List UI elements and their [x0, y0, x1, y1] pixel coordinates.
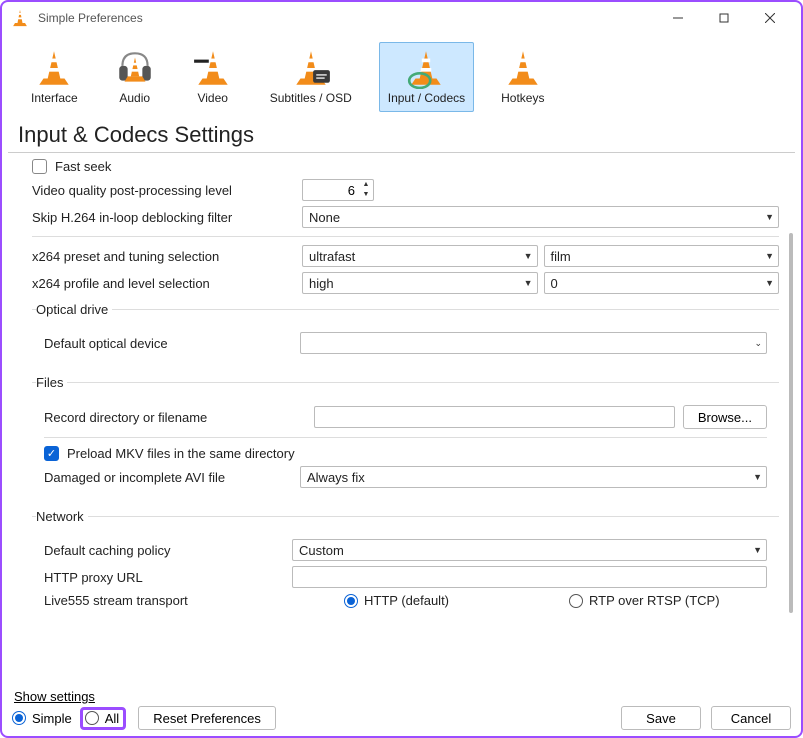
show-settings-simple-radio[interactable]: Simple [12, 711, 72, 726]
spin-down-icon[interactable]: ▼ [359, 190, 373, 200]
live555-rtp-label: RTP over RTSP (TCP) [589, 593, 720, 608]
chevron-down-icon: ▼ [753, 545, 762, 555]
preload-mkv-checkbox[interactable]: ✓ Preload MKV files in the same director… [44, 446, 295, 461]
interface-icon [33, 47, 75, 89]
titlebar: Simple Preferences [2, 2, 801, 34]
network-group: Network Default caching policy Custom ▼ … [32, 509, 779, 621]
video-icon [192, 47, 234, 89]
tab-hotkeys[interactable]: Hotkeys [492, 42, 553, 112]
input-codecs-icon [405, 47, 447, 89]
files-group: Files Record directory or filename Brows… [32, 375, 779, 501]
tab-label: Input / Codecs [388, 91, 465, 105]
caching-label: Default caching policy [44, 543, 292, 558]
reset-preferences-button[interactable]: Reset Preferences [138, 706, 276, 730]
window-title: Simple Preferences [38, 11, 655, 25]
avi-label: Damaged or incomplete AVI file [44, 470, 300, 485]
show-settings-label: Show settings [14, 689, 791, 704]
tab-label: Subtitles / OSD [270, 91, 352, 105]
x264-preset-label: x264 preset and tuning selection [32, 249, 302, 264]
avi-value: Always fix [307, 470, 365, 485]
x264-tune-select[interactable]: film ▼ [544, 245, 780, 267]
live555-http-radio[interactable]: HTTP (default) [344, 593, 449, 608]
chevron-down-icon: ▼ [524, 278, 533, 288]
tab-interface[interactable]: Interface [22, 42, 87, 112]
radio-checked-icon [12, 711, 26, 725]
page-title: Input & Codecs Settings [8, 116, 795, 153]
tab-audio[interactable]: Audio [105, 42, 165, 112]
x264-tune-value: film [551, 249, 571, 264]
minimize-button[interactable] [655, 3, 701, 33]
tab-label: Interface [31, 91, 78, 105]
proxy-label: HTTP proxy URL [44, 570, 292, 585]
close-button[interactable] [747, 3, 793, 33]
all-label: All [105, 711, 119, 726]
audio-icon [114, 47, 156, 89]
x264-profile-value: high [309, 276, 334, 291]
tab-label: Video [197, 91, 227, 105]
scrollbar[interactable] [789, 233, 793, 613]
tab-label: Audio [119, 91, 150, 105]
chevron-down-icon: ▼ [765, 212, 774, 222]
show-settings-all-radio[interactable]: All [85, 711, 119, 726]
record-input[interactable] [314, 406, 675, 428]
optical-legend: Optical drive [36, 302, 112, 317]
checkbox-checked-icon: ✓ [44, 446, 59, 461]
preload-label: Preload MKV files in the same directory [67, 446, 295, 461]
chevron-down-icon: ⌄ [754, 338, 762, 349]
optical-default-select[interactable]: ⌄ [300, 332, 767, 354]
x264-profile-label: x264 profile and level selection [32, 276, 302, 291]
x264-preset-value: ultrafast [309, 249, 355, 264]
settings-scroll[interactable]: Fast seek Video quality post-processing … [2, 153, 801, 663]
tab-video[interactable]: Video [183, 42, 243, 112]
live555-label: Live555 stream transport [44, 593, 344, 608]
record-label: Record directory or filename [44, 410, 314, 425]
x264-profile-select[interactable]: high ▼ [302, 272, 538, 294]
simple-label: Simple [32, 711, 72, 726]
network-legend: Network [36, 509, 88, 524]
x264-preset-select[interactable]: ultrafast ▼ [302, 245, 538, 267]
chevron-down-icon: ▼ [753, 472, 762, 482]
files-legend: Files [36, 375, 67, 390]
skip-select[interactable]: None ▼ [302, 206, 779, 228]
fast-seek-checkbox[interactable]: Fast seek [32, 159, 111, 174]
fast-seek-label: Fast seek [55, 159, 111, 174]
caching-select[interactable]: Custom ▼ [292, 539, 767, 561]
radio-icon [569, 594, 583, 608]
maximize-button[interactable] [701, 3, 747, 33]
vq-spinbox[interactable]: ▲▼ [302, 179, 374, 201]
optical-default-label: Default optical device [44, 336, 300, 351]
footer: Show settings Simple All Reset Preferenc… [12, 689, 791, 730]
vlc-icon [10, 8, 30, 28]
x264-level-select[interactable]: 0 ▼ [544, 272, 780, 294]
proxy-input[interactable] [292, 566, 767, 588]
checkbox-icon [32, 159, 47, 174]
skip-label: Skip H.264 in-loop deblocking filter [32, 210, 302, 225]
category-tabs: Interface Audio Video Subtitles / OSD In… [2, 34, 801, 112]
tab-label: Hotkeys [501, 91, 544, 105]
avi-select[interactable]: Always fix ▼ [300, 466, 767, 488]
chevron-down-icon: ▼ [765, 251, 774, 261]
live555-http-label: HTTP (default) [364, 593, 449, 608]
x264-level-value: 0 [551, 276, 558, 291]
subtitles-icon [290, 47, 332, 89]
chevron-down-icon: ▼ [765, 278, 774, 288]
spin-up-icon[interactable]: ▲ [359, 180, 373, 190]
chevron-down-icon: ▼ [524, 251, 533, 261]
vq-label: Video quality post-processing level [32, 183, 302, 198]
optical-group: Optical drive Default optical device ⌄ [32, 302, 779, 367]
highlight-annotation: All [80, 707, 126, 730]
tab-input-codecs[interactable]: Input / Codecs [379, 42, 474, 112]
hotkeys-icon [502, 47, 544, 89]
tab-subtitles[interactable]: Subtitles / OSD [261, 42, 361, 112]
live555-rtp-radio[interactable]: RTP over RTSP (TCP) [569, 593, 720, 608]
cancel-button[interactable]: Cancel [711, 706, 791, 730]
radio-icon [85, 711, 99, 725]
radio-checked-icon [344, 594, 358, 608]
caching-value: Custom [299, 543, 344, 558]
save-button[interactable]: Save [621, 706, 701, 730]
browse-button[interactable]: Browse... [683, 405, 767, 429]
skip-value: None [309, 210, 340, 225]
